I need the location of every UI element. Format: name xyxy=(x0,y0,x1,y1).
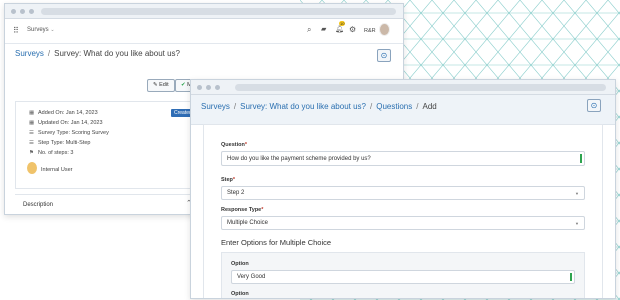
breadcrumb-questions-link[interactable]: Questions xyxy=(376,102,412,111)
breadcrumb-survey-link[interactable]: Survey: What do you like about us? xyxy=(240,102,366,111)
required-mark: * xyxy=(232,177,236,183)
response-type-label-text: Response Type xyxy=(221,207,262,213)
question-input-value: How do you like the payment scheme provi… xyxy=(227,155,371,162)
window-dot xyxy=(197,85,202,90)
response-type-select-value: Multiple Choice xyxy=(227,220,269,226)
question-label-text: Question xyxy=(221,142,245,148)
grid-icon[interactable]: ⠿ xyxy=(13,26,19,35)
step-select-value: Step 2 xyxy=(227,190,245,196)
window-dot xyxy=(29,9,34,14)
breadcrumb-separator: / xyxy=(233,102,237,111)
breadcrumb-separator: / xyxy=(370,102,373,111)
breadcrumb-current: Survey: What do you like about us? xyxy=(54,49,180,58)
breadcrumb-surveys-link[interactable]: Surveys xyxy=(15,49,44,58)
browser-chrome xyxy=(5,4,403,19)
browser-chrome xyxy=(191,80,615,95)
detail-step-type: ☰ Step Type: Multi-Step xyxy=(29,140,90,146)
app-switcher[interactable]: Surveys ⌄ xyxy=(27,27,55,33)
option-label: Option xyxy=(231,291,249,297)
chevron-down-icon: ⌄ xyxy=(50,27,55,33)
calendar-icon: ▦ xyxy=(29,110,35,116)
user-initials[interactable]: R&R xyxy=(364,28,376,34)
flag-icon: ⚑ xyxy=(29,150,34,156)
notification-badge: 10 xyxy=(339,21,346,26)
edit-button-label: Edit xyxy=(159,82,169,88)
calendar-icon: ▦ xyxy=(29,120,35,126)
step-label: Step* xyxy=(221,177,235,183)
breadcrumb-separator: / xyxy=(416,102,419,111)
top-navigation: ⠿ Surveys ⌄ ⌕ ▰ 🔔︎ 10 ⚙ R&R xyxy=(5,19,403,44)
window-dot xyxy=(206,85,211,90)
check-icon: ✔ xyxy=(181,82,186,88)
dropdown-caret-icon: ▼ xyxy=(575,191,579,196)
option-label: Option xyxy=(231,261,249,267)
step-type-text: Step Type: Multi-Step xyxy=(38,140,91,146)
response-type-select[interactable]: Multiple Choice ▼ xyxy=(221,216,585,230)
avatar-icon[interactable] xyxy=(379,23,390,36)
question-label: Question* xyxy=(221,142,247,148)
window-dot xyxy=(11,9,16,14)
search-icon[interactable]: ⌕ xyxy=(307,25,311,35)
user-avatar xyxy=(27,162,37,174)
breadcrumb-surveys-link[interactable]: Surveys xyxy=(201,102,230,111)
list-icon: ☰ xyxy=(29,130,34,136)
edit-icon: ✎ xyxy=(153,82,158,88)
question-input[interactable]: How do you like the payment scheme provi… xyxy=(221,151,585,166)
window-dot xyxy=(20,9,25,14)
dropdown-caret-icon: ▼ xyxy=(575,221,579,226)
window-dot xyxy=(215,85,220,90)
bell-icon[interactable]: 🔔︎ xyxy=(335,25,344,33)
detail-steps: ⚑ No. of steps: 3 xyxy=(29,150,73,156)
description-accordion[interactable]: Description ⌃ xyxy=(15,194,205,214)
field-status-indicator xyxy=(580,154,582,163)
breadcrumb-current: Add xyxy=(422,102,437,111)
added-on-text: Added On: Jan 14, 2023 xyxy=(38,110,98,116)
description-label: Description xyxy=(23,202,54,208)
settings-circle-icon[interactable]: ⊙ xyxy=(587,99,601,112)
survey-type-text: Survey Type: Scoring Survey xyxy=(38,130,109,136)
edit-button[interactable]: ✎ Edit xyxy=(147,79,175,92)
breadcrumb: Surveys / Survey: What do you like about u… xyxy=(201,102,437,111)
add-question-window: Surveys / Survey: What do you like about u… xyxy=(190,79,616,299)
chat-icon[interactable]: ▰ xyxy=(321,25,326,33)
settings-circle-icon[interactable]: ⊙ xyxy=(377,49,391,62)
required-mark: * xyxy=(244,142,247,148)
option-input-value: Very Good xyxy=(237,274,266,280)
breadcrumb: Surveys / Survey: What do you like about u… xyxy=(15,49,180,58)
options-heading: Enter Options for Multiple Choice xyxy=(221,238,332,247)
option-input[interactable]: Very Good xyxy=(231,270,575,284)
gear-icon[interactable]: ⚙ xyxy=(349,25,356,34)
detail-survey-type: ☰ Survey Type: Scoring Survey xyxy=(29,130,109,136)
response-type-label: Response Type* xyxy=(221,207,263,213)
required-mark: * xyxy=(261,207,264,213)
screenshot-stage: ⠿ Surveys ⌄ ⌕ ▰ 🔔︎ 10 ⚙ R&R Surveys / Surv… xyxy=(0,0,620,300)
app-name: Surveys xyxy=(27,27,49,33)
breadcrumb-separator: / xyxy=(47,49,51,58)
address-bar[interactable] xyxy=(41,8,396,15)
field-status-indicator xyxy=(570,273,572,281)
list-icon: ☰ xyxy=(29,140,34,146)
step-select[interactable]: Step 2 ▼ xyxy=(221,186,585,200)
internal-user-text: Internal User xyxy=(41,167,73,173)
updated-on-text: Updated On: Jan 14, 2023 xyxy=(38,120,103,126)
address-bar[interactable] xyxy=(235,84,606,91)
detail-added-on: ▦ Added On: Jan 14, 2023 xyxy=(29,110,98,116)
detail-updated-on: ▦ Updated On: Jan 14, 2023 xyxy=(29,120,103,126)
steps-text: No. of steps: 3 xyxy=(38,150,74,156)
step-label-text: Step xyxy=(221,177,233,183)
